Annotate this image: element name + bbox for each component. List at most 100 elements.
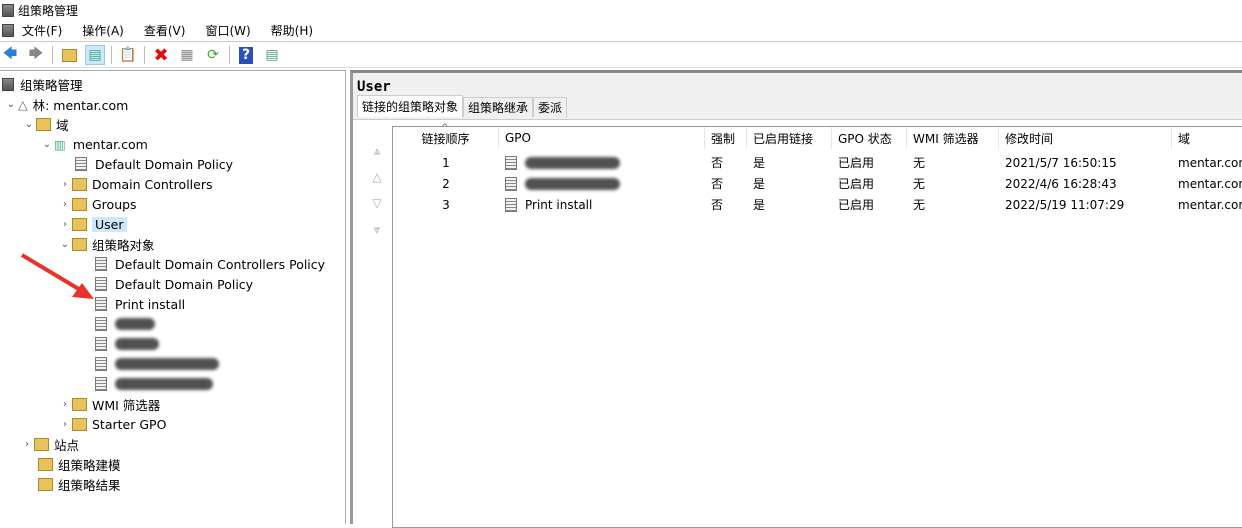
chevron-right-icon[interactable]: › [58, 179, 72, 190]
tree-item-wmi-filters[interactable]: › WMI 筛选器 [58, 394, 160, 414]
tree-item-domains[interactable]: ⌄ 域 [22, 114, 69, 134]
gpo-icon [95, 377, 107, 391]
tree-label: Starter GPO [92, 416, 167, 432]
cell-domain: mentar.com [1178, 155, 1242, 170]
tree-item-results[interactable]: 组策略结果 [38, 474, 121, 494]
chevron-right-icon[interactable]: › [58, 219, 72, 230]
table-row[interactable]: 3 Print install 否 是 已启用 无 2022/5/19 11:07:29 me… [393, 194, 1242, 215]
menu-view[interactable]: 查看(V) [142, 22, 188, 39]
menu-help[interactable]: 帮助(H) [269, 22, 315, 39]
linked-gpo-table: 链接顺序 ^ GPO 强制 已启用链接 GPO 状态 WMI 筛选器 修改时间 域… [392, 123, 1242, 528]
gpo-folder-icon [72, 237, 87, 251]
forward-icon[interactable]: 🡆 [26, 45, 46, 65]
up-folder-icon[interactable] [59, 45, 79, 65]
tree-item-sites[interactable]: › 站点 [20, 434, 79, 454]
table-row[interactable]: 2 否 是 已启用 无 2022/4/6 16:28:43 mentar.com [393, 173, 1242, 194]
menu-action[interactable]: 操作(A) [80, 22, 126, 39]
tree-label: Print install [115, 296, 186, 312]
tree-label: Default Domain Policy [115, 276, 254, 292]
toolbar: 🡄 🡆 ▤ 📋 ✖ ▦ ⟳ ? ▤ [0, 43, 1242, 68]
tree-label: 域 [56, 117, 69, 133]
tab-delegation[interactable]: 委派 [533, 97, 568, 117]
table-row[interactable]: 1 否 是 已启用 无 2021/5/7 16:50:15 mentar.com [393, 152, 1242, 173]
menu-window[interactable]: 窗口(W) [203, 22, 252, 39]
cell-order: 1 [442, 155, 450, 170]
tree-item-modeling[interactable]: 组策略建模 [38, 454, 121, 474]
gpo-link-icon [505, 197, 517, 212]
show-hide-tree-icon[interactable]: ▤ [85, 45, 105, 65]
cell-wmi: 无 [913, 198, 926, 212]
refresh-icon[interactable]: ⟳ [203, 45, 223, 65]
tree-item-gpo-redacted[interactable] [95, 334, 159, 354]
tree-item-domain-controllers[interactable]: › Domain Controllers [58, 174, 212, 194]
forest-icon: △ [18, 96, 28, 112]
help-icon[interactable]: ? [236, 45, 256, 65]
gpmc-app-icon [2, 3, 14, 17]
column-header-wmi-filter[interactable]: WMI 筛选器 [907, 127, 999, 149]
cell-order: 2 [442, 176, 450, 191]
gpo-link-icon [75, 157, 87, 171]
column-header-domain[interactable]: 域 [1172, 127, 1242, 149]
tree-label: WMI 筛选器 [92, 397, 161, 413]
gpo-icon [95, 317, 107, 331]
tree-item-domain-mentar[interactable]: ⌄ ▥ mentar.com [40, 134, 148, 154]
move-to-top-icon[interactable]: ⩓ [367, 144, 387, 170]
menu-bar: 文件(F) 操作(A) 查看(V) 窗口(W) 帮助(H) [0, 20, 1242, 42]
chevron-right-icon[interactable]: › [58, 419, 72, 430]
chevron-down-icon[interactable]: ⌄ [58, 239, 72, 250]
menu-file[interactable]: 文件(F) [20, 22, 64, 39]
toolbar-separator [111, 46, 112, 64]
gpmc-icon [2, 77, 14, 91]
move-to-bottom-icon[interactable]: ⩔ [367, 222, 387, 248]
toolbar-separator [229, 46, 230, 64]
chevron-down-icon[interactable]: ⌄ [4, 99, 18, 110]
tab-linked-gpos[interactable]: 链接的组策略对象 [357, 95, 464, 117]
tree-item-default-domain-policy-link[interactable]: Default Domain Policy [75, 154, 233, 174]
tree-item-gpmc-root[interactable]: 组策略管理 [2, 74, 83, 94]
tab-gp-inheritance[interactable]: 组策略继承 [463, 97, 534, 117]
move-down-icon[interactable]: ▽ [367, 196, 387, 222]
back-icon[interactable]: 🡄 [0, 45, 20, 65]
tree-label: Groups [92, 196, 137, 212]
tree-label-selected: User [92, 216, 127, 232]
column-header-modified[interactable]: 修改时间 [999, 127, 1172, 149]
starter-gpo-folder-icon [72, 417, 87, 431]
tab-strip: 链接的组策略对象 组策略继承 委派 [357, 95, 568, 117]
chevron-down-icon[interactable]: ⌄ [22, 119, 36, 130]
domain-icon: ▥ [54, 136, 66, 152]
action-pane-icon[interactable]: ▤ [262, 45, 282, 65]
tree-item-user[interactable]: › User [58, 214, 127, 234]
properties-icon[interactable]: ▦ [177, 45, 197, 65]
tree-item-forest[interactable]: ⌄ △ 林: mentar.com [4, 94, 129, 114]
tree-item-gpo-print-install[interactable]: Print install [95, 294, 185, 314]
tree-item-gpo-redacted[interactable] [95, 374, 213, 394]
delete-icon[interactable]: ✖ [151, 45, 171, 66]
system-menu-icon[interactable] [2, 24, 14, 37]
clipboard-icon[interactable]: 📋 [118, 45, 138, 65]
tree-label: Domain Controllers [92, 176, 213, 192]
chevron-right-icon[interactable]: › [20, 439, 34, 450]
column-header-enforced[interactable]: 强制 [705, 127, 747, 149]
tree-item-gpo[interactable]: Default Domain Policy [95, 274, 253, 294]
tree-item-gpo-container[interactable]: ⌄ 组策略对象 [58, 234, 155, 254]
cell-modified: 2021/5/7 16:50:15 [1005, 155, 1117, 170]
move-up-icon[interactable]: △ [367, 170, 387, 196]
tree-item-gpo-redacted[interactable] [95, 354, 219, 374]
redacted-label [115, 318, 155, 330]
chevron-right-icon[interactable]: › [58, 399, 72, 410]
cell-gpo [499, 173, 705, 194]
ou-icon [72, 197, 87, 211]
column-header-gpo[interactable]: GPO [499, 127, 705, 149]
chevron-right-icon[interactable]: › [58, 199, 72, 210]
tree-item-gpo[interactable]: Default Domain Controllers Policy [95, 254, 325, 274]
ou-icon [72, 217, 87, 231]
tree-item-starter-gpo[interactable]: › Starter GPO [58, 414, 166, 434]
column-header-link-enabled[interactable]: 已启用链接 [747, 127, 832, 149]
redacted-label [115, 338, 159, 350]
column-header-link-order[interactable]: 链接顺序 ^ [393, 123, 499, 149]
tree-item-groups[interactable]: › Groups [58, 194, 137, 214]
cell-status: 已启用 [838, 177, 875, 191]
tree-item-gpo-redacted[interactable] [95, 314, 155, 334]
chevron-down-icon[interactable]: ⌄ [40, 139, 54, 150]
column-header-gpo-status[interactable]: GPO 状态 [832, 127, 907, 149]
